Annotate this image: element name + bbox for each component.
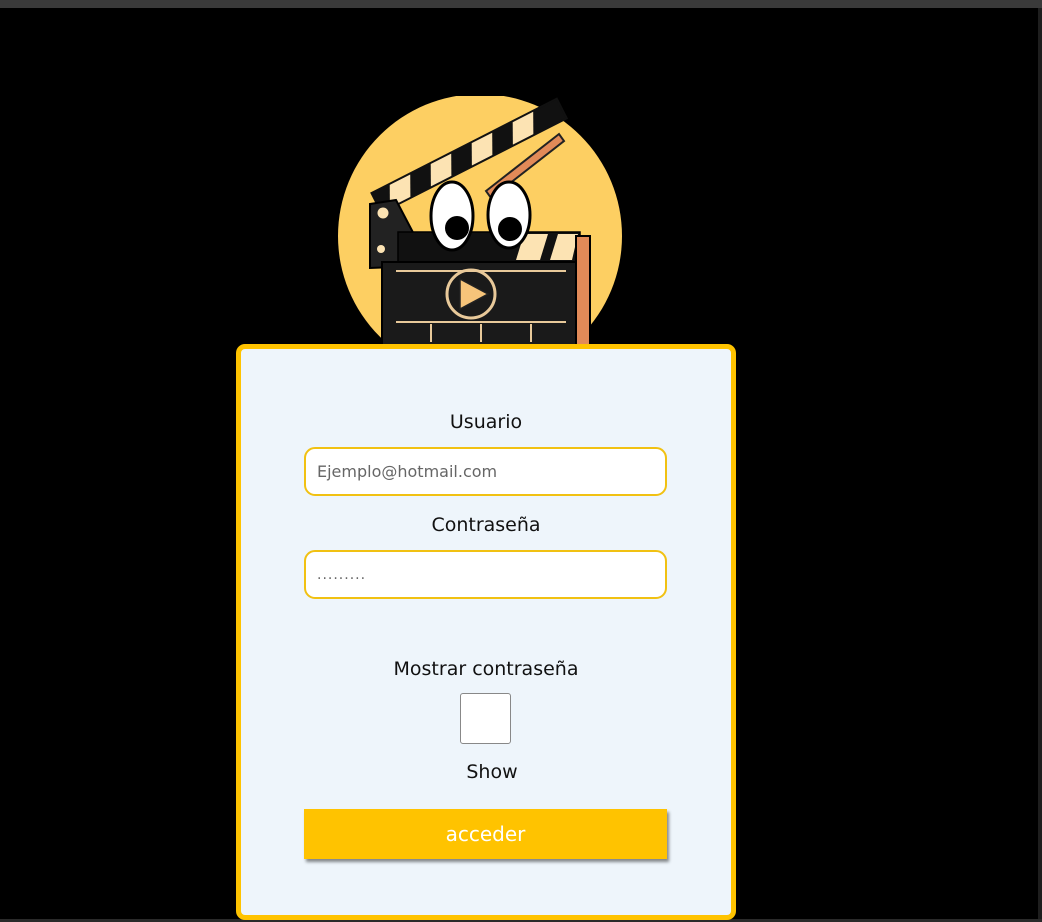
show-password-label: Mostrar contraseña <box>393 658 579 680</box>
password-label: Contraseña <box>431 514 541 536</box>
password-input[interactable] <box>304 550 667 599</box>
window-top-bar <box>0 0 1042 8</box>
window-right-edge <box>1038 8 1042 922</box>
show-password-checkbox[interactable] <box>460 693 511 744</box>
login-card: Usuario Contraseña Mostrar contraseña Sh… <box>236 344 736 920</box>
clapperboard-logo <box>338 96 622 356</box>
show-checkbox-caption: Show <box>466 761 518 783</box>
username-label: Usuario <box>449 411 523 433</box>
username-input[interactable] <box>304 447 667 496</box>
login-button[interactable]: acceder <box>304 809 667 859</box>
